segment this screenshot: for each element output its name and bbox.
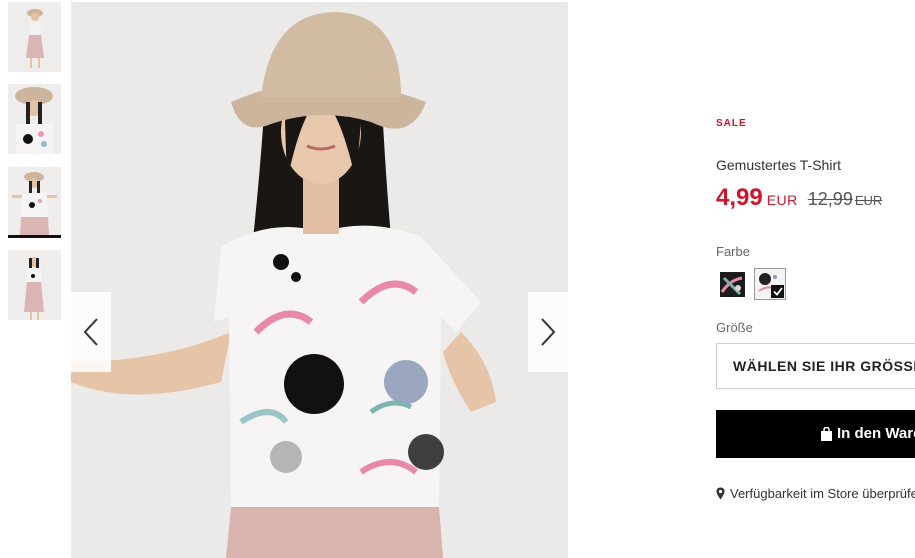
- product-title: Gemustertes T-Shirt: [716, 157, 842, 173]
- price-row: 4,99 EUR 12,99 EUR: [716, 184, 882, 212]
- color-swatch-dark[interactable]: [720, 272, 745, 297]
- shopping-bag-icon: [821, 426, 832, 441]
- size-label: Größe: [716, 320, 753, 335]
- product-main-image: [71, 2, 568, 558]
- thumbnail-3[interactable]: [8, 167, 61, 238]
- prev-image-button[interactable]: [71, 292, 111, 372]
- chevron-left-icon: [83, 318, 98, 346]
- color-swatch-white[interactable]: [754, 268, 786, 300]
- store-availability-label: Verfügbarkeit im Store überprüfen: [730, 486, 915, 501]
- selected-check-icon: [771, 285, 784, 298]
- thumbnail-1[interactable]: [8, 2, 61, 72]
- sale-price-currency: EUR: [766, 192, 798, 208]
- add-to-cart-label: In den Warenkorb: [837, 425, 915, 442]
- original-price-currency: EUR: [854, 193, 883, 208]
- next-image-button[interactable]: [528, 292, 568, 372]
- map-pin-icon: [716, 487, 725, 500]
- store-availability-link[interactable]: Verfügbarkeit im Store überprüfen: [716, 486, 915, 501]
- color-label: Farbe: [716, 244, 750, 259]
- thumbnail-2[interactable]: [8, 84, 61, 154]
- sale-badge: SALE: [716, 118, 747, 129]
- add-to-cart-button[interactable]: In den Warenkorb: [716, 410, 915, 458]
- size-select[interactable]: WÄHLEN SIE IHR GRÖSSE: [716, 343, 915, 389]
- original-price: 12,99: [807, 189, 853, 209]
- sale-price: 4,99: [716, 184, 763, 211]
- product-info-panel: SALE Gemustertes T-Shirt 4,99 EUR 12,99 EUR…: [716, 0, 915, 558]
- thumbnail-4[interactable]: [8, 250, 61, 320]
- chevron-right-icon: [541, 318, 556, 346]
